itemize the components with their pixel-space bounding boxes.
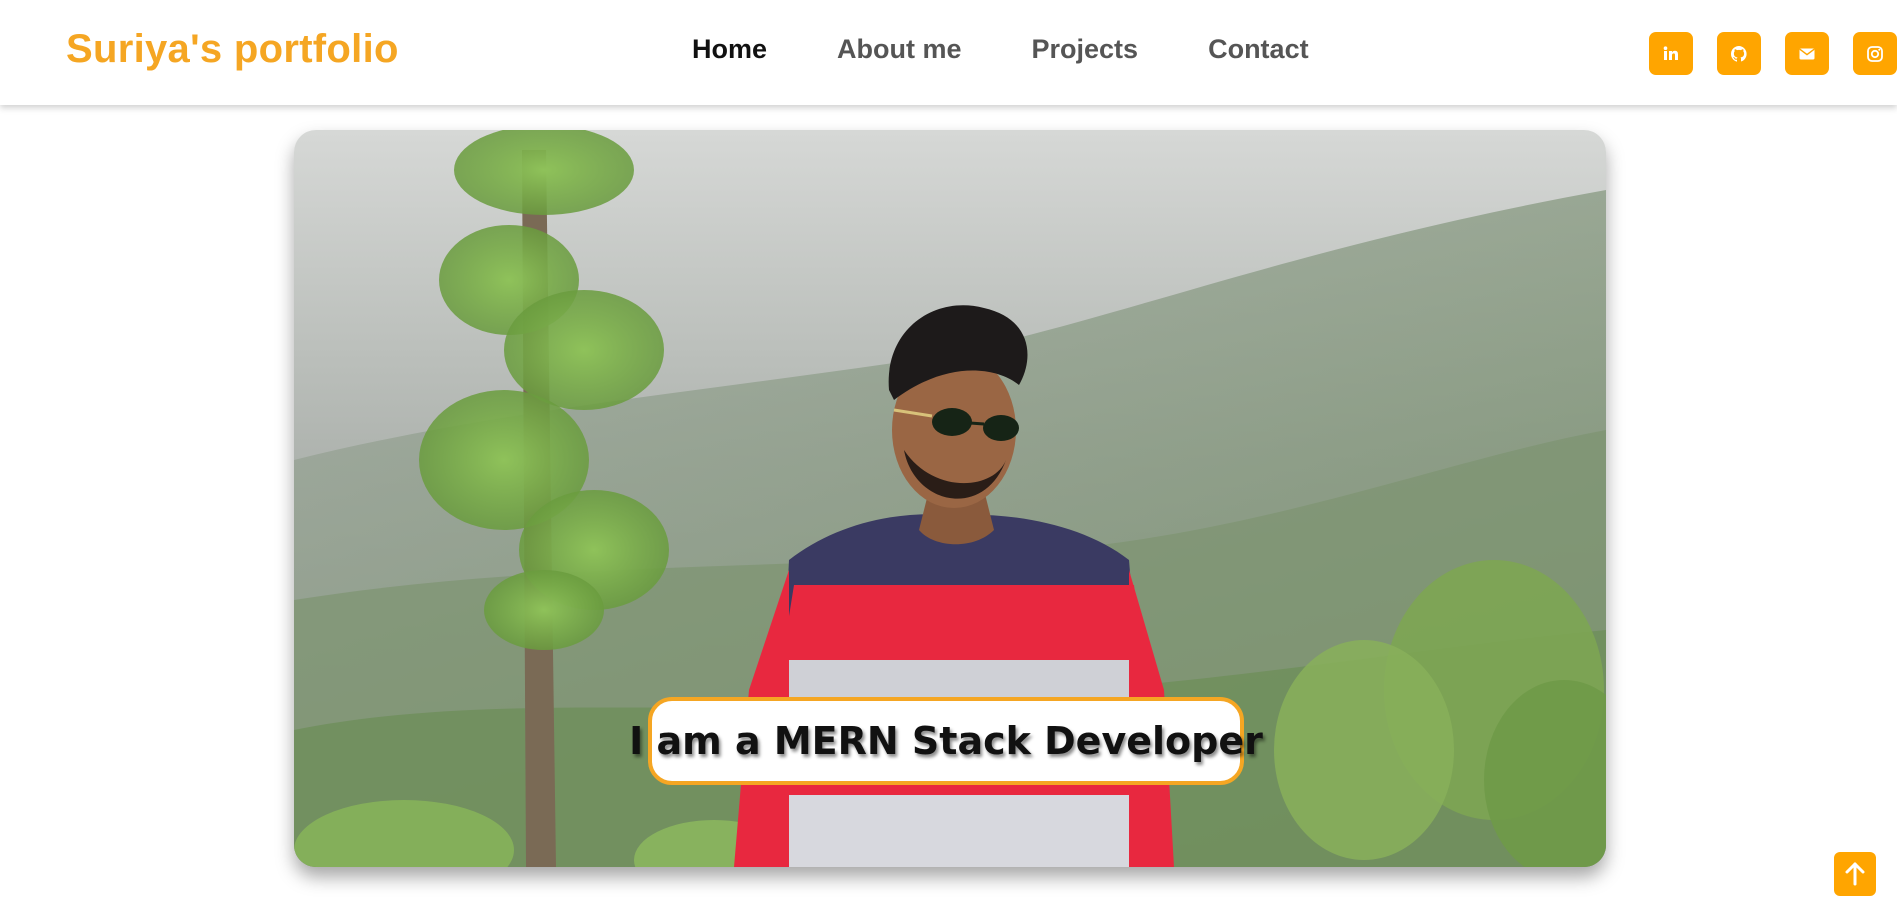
nav-contact[interactable]: Contact [1208,34,1309,65]
email-button[interactable] [1785,32,1829,75]
social-links [1649,32,1897,75]
instagram-button[interactable] [1853,32,1897,75]
nav-home[interactable]: Home [692,34,767,65]
nav-about[interactable]: About me [837,34,962,65]
linkedin-icon [1663,45,1678,60]
main-nav: Home About me Projects Contact [692,34,1309,65]
hero-caption-text: I am a MERN Stack Developer [629,719,1263,763]
mail-icon [1799,48,1815,59]
header: Suriya's portfolio Home About me Project… [0,0,1897,105]
arrow-up-icon [1845,862,1865,886]
github-button[interactable] [1717,32,1761,75]
nav-projects[interactable]: Projects [1032,34,1139,65]
instagram-icon [1867,45,1883,62]
scroll-to-top-button[interactable] [1834,852,1876,896]
hero-caption: I am a MERN Stack Developer [629,697,1263,785]
brand-logo[interactable]: Suriya's portfolio [66,27,399,72]
linkedin-button[interactable] [1649,32,1693,75]
github-icon [1730,45,1747,62]
